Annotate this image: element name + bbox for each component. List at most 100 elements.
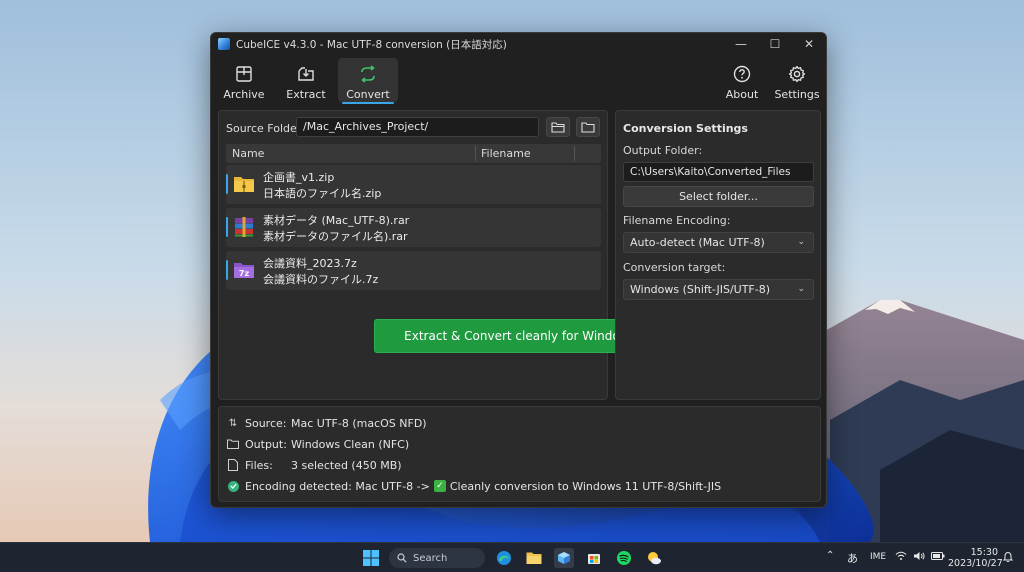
- taskbar-edge-button[interactable]: [494, 548, 514, 568]
- status-output-value: Windows Clean (NFC): [291, 437, 410, 451]
- start-button[interactable]: [361, 548, 381, 568]
- edge-browser-icon: [497, 551, 511, 565]
- cubeice-app-icon: [558, 552, 570, 564]
- battery-icon: [931, 552, 945, 560]
- status-output-label: Output:: [245, 437, 287, 451]
- help-icon: [733, 65, 751, 83]
- source-folder-input[interactable]: /Mac_Archives_Project/: [296, 117, 539, 137]
- file-name: 企画書_v1.zip: [263, 171, 335, 184]
- store-icon: [588, 554, 600, 564]
- encoding-detected-row: Encoding detected: Mac UTF-8 -> ✓ Cleanl…: [227, 478, 721, 494]
- toolbar-settings-button[interactable]: Settings: [767, 58, 826, 102]
- swap-arrows-icon: ⇅: [228, 417, 238, 429]
- toolbar-archive-label: Archive: [223, 88, 265, 101]
- system-tray-icons[interactable]: [895, 551, 945, 561]
- file-name: 素材データ (Mac_UTF-8).rar: [263, 214, 410, 227]
- tray-overflow-chevron-icon[interactable]: ⌃: [826, 550, 834, 561]
- taskbar-cubeice-button[interactable]: [554, 548, 574, 568]
- select-folder-button[interactable]: Select folder...: [623, 186, 814, 207]
- toolbar-archive-button[interactable]: Archive: [214, 58, 274, 102]
- minimize-button[interactable]: —: [723, 33, 759, 55]
- archive-icon: [236, 66, 252, 82]
- svg-text:7z: 7z: [239, 269, 250, 278]
- toolbar-extract-button[interactable]: Extract: [276, 58, 336, 102]
- taskbar-app-button[interactable]: [644, 548, 664, 568]
- app-window: CubeICE v4.3.0 - Mac UTF-8 conversion (日…: [210, 32, 827, 508]
- rar-archive-icon: [235, 217, 253, 237]
- file-icon: [227, 459, 239, 471]
- conversion-target-label: Conversion target:: [623, 261, 726, 274]
- browse-folder-button[interactable]: [576, 117, 600, 137]
- status-source-value: Mac UTF-8 (macOS NFD): [291, 416, 427, 430]
- file-converted-name: 会議資料のファイル.7z: [263, 273, 379, 286]
- close-button[interactable]: ✕: [791, 33, 826, 55]
- ime-indicator[interactable]: IME: [870, 552, 886, 562]
- window-title: CubeICE v4.3.0 - Mac UTF-8 conversion (日…: [236, 38, 507, 51]
- chevron-down-icon: ⌄: [797, 284, 805, 294]
- column-divider[interactable]: [574, 146, 575, 161]
- file-row[interactable]: 素材データ (Mac_UTF-8).rar 素材データのファイル名).rar: [226, 208, 601, 247]
- minimize-icon: —: [735, 37, 747, 51]
- open-folder-button[interactable]: [546, 117, 570, 137]
- file-converted-name: 素材データのファイル名).rar: [263, 230, 408, 243]
- ime-mode-indicator[interactable]: あ: [847, 550, 858, 566]
- filename-encoding-dropdown[interactable]: Auto-detect (Mac UTF-8) ⌄: [623, 232, 814, 253]
- toolbar-about-button[interactable]: About: [712, 58, 772, 102]
- maximize-icon: ☐: [769, 37, 781, 51]
- filename-encoding-value: Auto-detect (Mac UTF-8): [630, 236, 765, 249]
- folder-open-icon: [551, 122, 565, 133]
- active-tab-indicator: [342, 102, 394, 104]
- file-name: 会議資料_2023.7z: [263, 257, 357, 270]
- taskbar-spotify-button[interactable]: [614, 548, 634, 568]
- output-folder-input[interactable]: C:\Users\Kaito\Converted_Files: [623, 162, 814, 182]
- close-icon: ✕: [803, 37, 815, 51]
- output-folder-label: Output Folder:: [623, 144, 703, 157]
- selection-indicator: [226, 260, 228, 280]
- checkmark-icon: ✓: [433, 480, 446, 492]
- taskbar-file-explorer-button[interactable]: [524, 548, 544, 568]
- volume-icon: [914, 552, 925, 560]
- search-placeholder: Search: [413, 552, 448, 564]
- selection-indicator: [226, 174, 228, 194]
- file-panel: Source Folder: /Mac_Archives_Project/ Na…: [218, 110, 666, 400]
- taskbar-search-box[interactable]: Search: [389, 548, 485, 568]
- file-converted-name: 日本語のファイル名.zip: [263, 187, 382, 200]
- selection-indicator: [226, 217, 228, 237]
- file-row[interactable]: 7z 会議資料_2023.7z 会議資料のファイル.7z: [226, 251, 601, 290]
- conversion-result-text: Cleanly conversion to Windows 11 UTF-8/S…: [449, 479, 722, 493]
- toolbar-settings-label: Settings: [774, 88, 820, 101]
- toolbar-convert-label: Convert: [346, 88, 390, 101]
- folder-icon: [581, 122, 595, 133]
- search-icon: [397, 553, 407, 563]
- column-divider[interactable]: [475, 146, 476, 161]
- toolbar-convert-button[interactable]: Convert: [338, 58, 398, 104]
- conversion-settings-panel: Conversion Settings Output Folder: C:\Us…: [615, 110, 821, 400]
- folder-icon: [227, 438, 239, 450]
- clock-time: 15:30: [970, 547, 998, 558]
- taskbar-store-button[interactable]: [584, 548, 604, 568]
- file-row[interactable]: 企画書_v1.zip 日本語のファイル名.zip: [226, 165, 601, 204]
- cubeice-app-icon: [218, 38, 230, 50]
- taskbar: Search ⌃ あ IME 15:30 2023/10/27: [0, 542, 1024, 572]
- status-panel: ⇅ Source: Mac UTF-8 (macOS NFD) Output: …: [218, 406, 821, 502]
- encoding-detected-text: Encoding detected: Mac UTF-8 ->: [245, 479, 430, 493]
- toolbar-extract-label: Extract: [286, 88, 326, 101]
- clock-date: 2023/10/27: [948, 558, 1003, 569]
- maximize-button[interactable]: ☐: [757, 33, 793, 55]
- clock[interactable]: 15:30 2023/10/27: [948, 547, 1003, 569]
- conversion-settings-title: Conversion Settings: [623, 122, 748, 135]
- status-source-label: Source:: [245, 416, 287, 430]
- filename-encoding-label: Filename Encoding:: [623, 214, 731, 227]
- file-list-header: Name Filename: [226, 144, 601, 163]
- status-files-value: 3 selected (450 MB): [291, 458, 402, 472]
- status-files-row: Files: 3 selected (450 MB): [227, 457, 402, 473]
- weather-app-icon: [648, 552, 661, 565]
- windows-logo-icon: [363, 550, 379, 566]
- column-header-name[interactable]: Name: [232, 147, 264, 160]
- convert-icon: [361, 65, 375, 83]
- column-header-filename[interactable]: Filename: [481, 147, 531, 160]
- status-output-row: Output: Windows Clean (NFC): [227, 436, 409, 452]
- conversion-target-dropdown[interactable]: Windows (Shift-JIS/UTF-8) ⌄: [623, 279, 814, 300]
- notification-bell-icon[interactable]: [1002, 551, 1014, 563]
- toolbar-about-label: About: [725, 88, 759, 101]
